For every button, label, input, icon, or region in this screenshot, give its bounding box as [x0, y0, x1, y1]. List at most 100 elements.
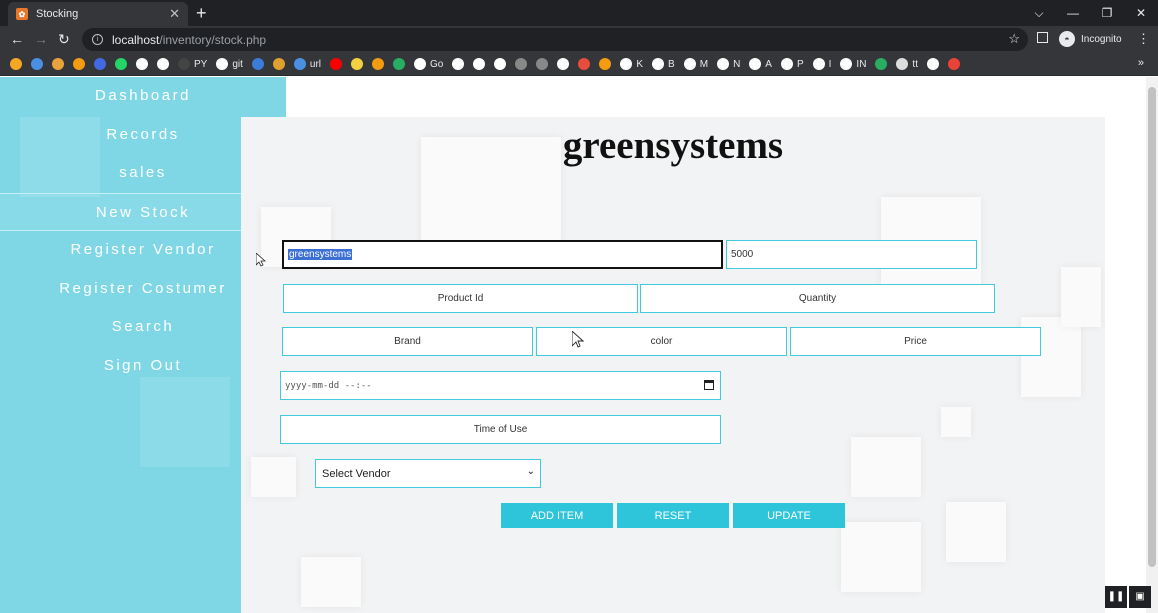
datetime-placeholder: yyyy-mm-dd --:-- [285, 380, 372, 391]
price-field-input[interactable]: Price [790, 327, 1041, 356]
background-decoration [301, 557, 361, 607]
vendor-select[interactable]: Select Vendor ⌄ [315, 459, 541, 488]
bookmark-label: M [699, 58, 709, 70]
bookmark-favicon-icon [293, 58, 306, 70]
bookmark-item[interactable] [578, 58, 591, 70]
bookmark-item[interactable] [452, 58, 465, 70]
bookmark-star-icon[interactable]: ☆ [1008, 31, 1020, 47]
forward-arrow-icon[interactable]: → [34, 31, 48, 47]
datetime-input[interactable]: yyyy-mm-dd --:-- [280, 371, 721, 400]
tab-title: Stocking [36, 8, 79, 20]
brand-input[interactable]: Brand [282, 327, 533, 356]
restore-button[interactable]: ❐ [1090, 6, 1124, 20]
bookmark-item[interactable]: I [812, 58, 831, 70]
background-decoration [251, 457, 296, 497]
bookmark-favicon-icon [780, 58, 793, 70]
screen-recorder-controls: ❚❚ ▣ [1105, 586, 1153, 608]
new-tab-button[interactable]: + [196, 3, 207, 23]
bookmark-item[interactable]: tt [896, 58, 918, 70]
browser-tab-bar: ✿ Stocking ✕ + ⌵ — ❐ ✕ [0, 0, 1158, 26]
bookmark-item[interactable] [393, 58, 406, 70]
price-input[interactable]: 5000 [726, 240, 977, 269]
bookmark-item[interactable]: PY [178, 58, 207, 70]
bookmark-item[interactable] [52, 58, 64, 70]
side-panel-icon[interactable] [1037, 32, 1048, 43]
screen-icon[interactable]: ▣ [1129, 586, 1151, 608]
bookmark-favicon-icon [947, 58, 960, 70]
bookmark-item[interactable] [875, 58, 888, 70]
bookmark-item[interactable] [272, 58, 285, 70]
bookmark-favicon-icon [216, 58, 229, 70]
close-window-button[interactable]: ✕ [1124, 6, 1158, 20]
bookmark-item[interactable]: IN [840, 58, 866, 70]
stock-form-panel: greensystems ▲ greensystems 5000 Product… [241, 117, 1105, 613]
bookmark-favicon-icon [749, 58, 762, 70]
bookmark-item[interactable] [157, 58, 169, 70]
calendar-icon[interactable] [704, 380, 714, 390]
back-arrow-icon[interactable]: ← [10, 31, 24, 47]
bookmark-item[interactable]: url [293, 58, 322, 70]
bookmark-item[interactable]: A [749, 58, 772, 70]
browser-toolbar: ← → ↻ i localhost /inventory/stock.php ☆… [0, 26, 1158, 53]
bookmark-item[interactable] [926, 58, 939, 70]
bookmark-item[interactable] [10, 58, 22, 70]
bookmark-item[interactable] [557, 58, 570, 70]
browser-tab[interactable]: ✿ Stocking ✕ [8, 2, 188, 26]
product-id-input[interactable]: Product Id [283, 284, 638, 313]
bookmark-label: P [796, 58, 804, 70]
add-item-button[interactable]: ADD ITEM [501, 503, 613, 528]
bookmark-item[interactable]: M [683, 58, 709, 70]
bookmark-item[interactable] [473, 58, 486, 70]
incognito-indicator[interactable]: ◓ Incognito [1059, 29, 1122, 49]
bookmark-item[interactable]: K [620, 58, 643, 70]
bookmark-favicon-icon [330, 58, 343, 70]
bookmark-item[interactable]: P [780, 58, 804, 70]
bookmark-label: N [733, 58, 741, 70]
bookmark-label: url [309, 58, 322, 70]
reset-button[interactable]: RESET [617, 503, 729, 528]
bookmark-item[interactable] [251, 58, 264, 70]
bookmark-favicon-icon [840, 58, 853, 70]
pause-icon[interactable]: ❚❚ [1105, 586, 1127, 608]
bookmark-item[interactable] [94, 58, 106, 70]
reload-icon[interactable]: ↻ [58, 31, 70, 48]
page-title: greensystems [562, 124, 784, 167]
bookmark-item[interactable]: Go [414, 58, 443, 70]
bookmark-item[interactable] [330, 58, 343, 70]
time-of-use-input[interactable]: Time of Use [280, 415, 721, 444]
bookmark-item[interactable] [372, 58, 385, 70]
page-scrollbar[interactable] [1146, 77, 1158, 613]
bookmark-favicon-icon [875, 58, 888, 70]
bookmark-item[interactable] [494, 58, 507, 70]
bookmark-item[interactable] [599, 58, 612, 70]
bookmark-item[interactable]: N [717, 58, 740, 70]
bookmark-item[interactable]: B [652, 58, 675, 70]
bookmarks-overflow-icon[interactable]: » [1138, 57, 1144, 69]
bookmark-favicon-icon [157, 58, 169, 70]
sidebar-item-dashboard[interactable]: Dashboard [0, 77, 286, 116]
bookmark-item[interactable] [536, 58, 549, 70]
bookmark-item[interactable] [136, 58, 148, 70]
bookmark-label: tt [912, 58, 918, 70]
scrollbar-thumb[interactable] [1148, 87, 1156, 567]
bookmark-item[interactable] [947, 58, 960, 70]
bookmark-favicon-icon [717, 58, 730, 70]
tab-search-icon[interactable]: ⌵ [1022, 6, 1056, 21]
product-name-input[interactable]: greensystems [282, 240, 723, 269]
bookmark-item[interactable] [115, 58, 127, 70]
bookmark-favicon-icon [115, 58, 127, 70]
update-button[interactable]: UPDATE [733, 503, 845, 528]
tab-close-icon[interactable]: ✕ [169, 6, 180, 22]
bookmark-item[interactable]: git [216, 58, 243, 70]
quantity-input[interactable]: Quantity [640, 284, 995, 313]
site-info-icon[interactable]: i [92, 34, 103, 45]
address-bar[interactable]: i localhost /inventory/stock.php ☆ [82, 28, 1028, 51]
bookmark-item[interactable] [515, 58, 528, 70]
minimize-button[interactable]: — [1056, 6, 1090, 20]
bookmark-item[interactable] [31, 58, 43, 70]
bookmark-item[interactable] [73, 58, 85, 70]
bookmark-favicon-icon [372, 58, 385, 70]
browser-menu-icon[interactable]: ⋮ [1137, 31, 1150, 47]
bookmark-item[interactable] [351, 58, 364, 70]
bookmark-favicon-icon [10, 58, 22, 70]
